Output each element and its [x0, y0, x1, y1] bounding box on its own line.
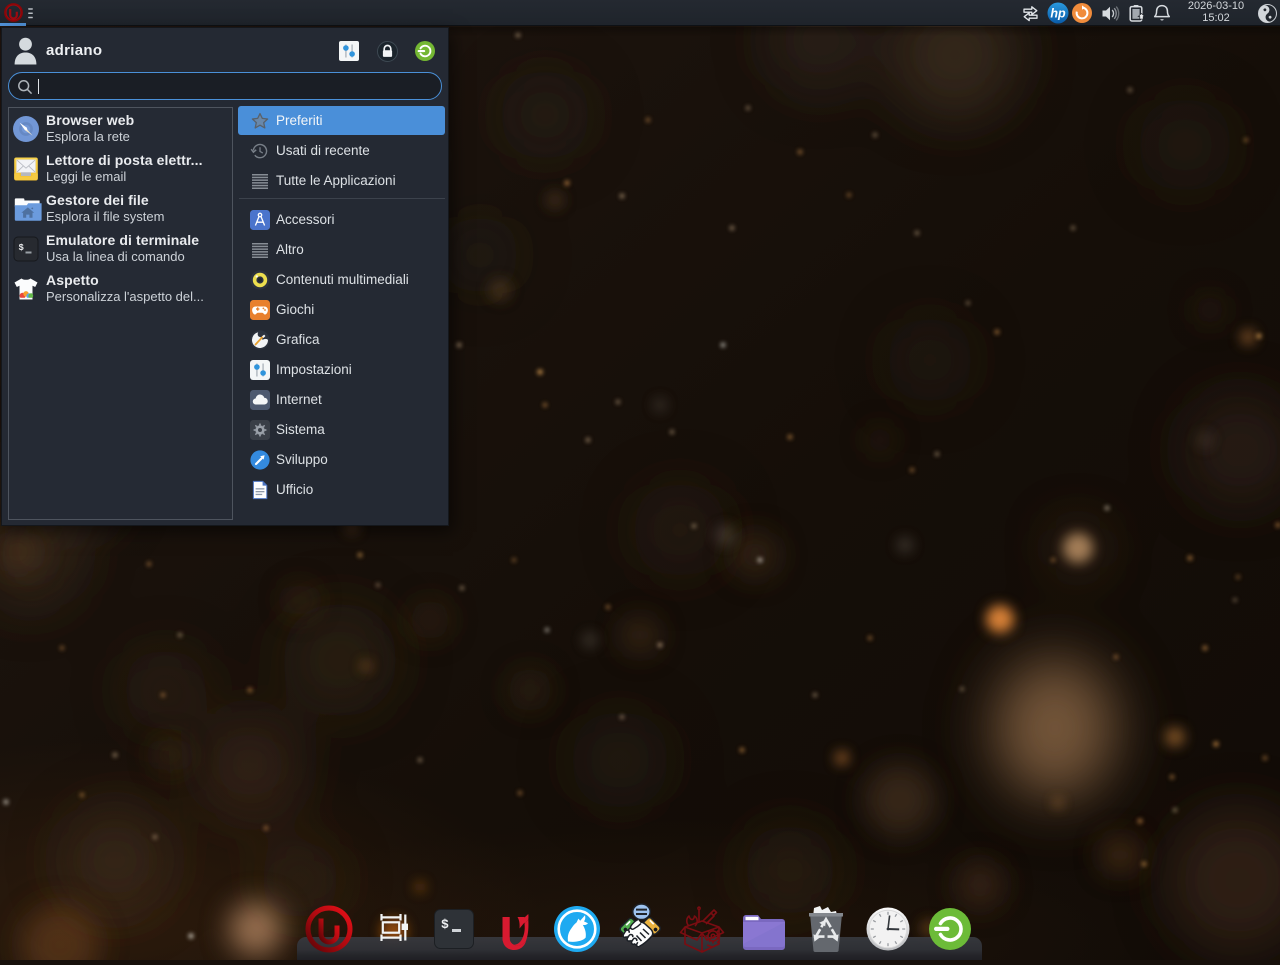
- svg-text:$: $: [441, 917, 449, 932]
- svg-text:hp: hp: [1050, 6, 1066, 20]
- svg-text:$: $: [19, 243, 25, 253]
